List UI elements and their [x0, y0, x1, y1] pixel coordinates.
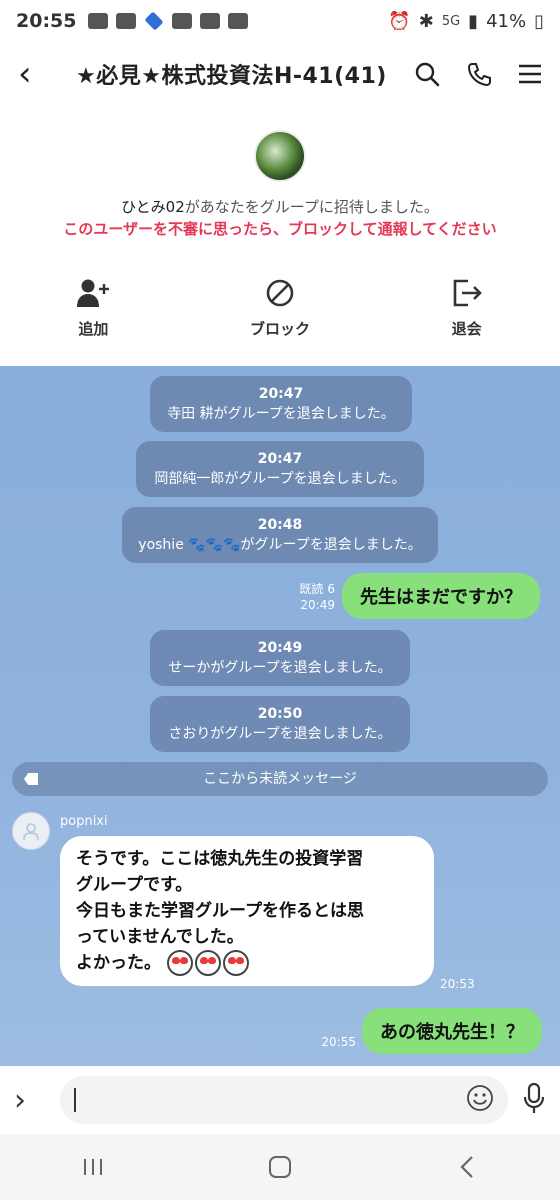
block-button[interactable]: ブロック: [187, 278, 374, 339]
add-user-icon: [76, 278, 110, 312]
leave-button[interactable]: 退会: [373, 278, 560, 339]
invite-message: ひとみ02があなたをグループに招待しました。: [40, 196, 520, 217]
leave-icon: [451, 278, 483, 312]
heart-eyes-emoji-icon: [161, 950, 251, 976]
system-text: yoshie 🐾🐾🐾がグループを退会しました。: [138, 537, 422, 553]
invite-text: があなたをグループに招待しました。: [184, 198, 439, 216]
message-time: 20:53: [440, 977, 475, 991]
unread-divider: ここから未読メッセージ: [12, 762, 548, 796]
signal-icon: ▮: [468, 10, 479, 32]
block-icon: [265, 278, 295, 312]
inviter-name: ひとみ02: [121, 198, 185, 216]
warning-text: このユーザーを不審に思ったら、ブロックして通報してください: [63, 220, 497, 238]
default-user-icon: [23, 823, 39, 841]
system-message: 20:50 さおりがグループを退会しました。: [150, 696, 410, 752]
sender-name: popnixi: [60, 814, 108, 829]
back-nav-icon[interactable]: [447, 1155, 487, 1179]
system-text: 岡部純一郎がグループを退会しました。: [154, 471, 406, 487]
message-input[interactable]: [60, 1076, 508, 1124]
alarm-icon: ⏰: [388, 10, 411, 32]
outgoing-message[interactable]: 先生はまだですか？: [342, 573, 540, 619]
inviter-avatar: [254, 130, 306, 182]
system-time: 20:49: [257, 640, 303, 656]
read-receipt: 既読 6: [299, 582, 335, 596]
system-nav-bar: [0, 1134, 560, 1200]
system-time: 20:48: [257, 517, 303, 533]
sender-avatar[interactable]: [12, 812, 50, 850]
recent-apps-icon[interactable]: [73, 1157, 113, 1177]
network-label: 5G: [441, 13, 461, 29]
youtube-icon: [88, 13, 109, 29]
message-input-bar: ›: [0, 1066, 560, 1134]
system-time: 20:47: [257, 451, 303, 467]
system-message: 20:48 yoshie 🐾🐾🐾がグループを退会しました。: [122, 507, 438, 563]
emoji-icon[interactable]: [466, 1084, 494, 1116]
twitter-icon: [200, 13, 221, 29]
unread-label: ここから未読メッセージ: [203, 771, 357, 787]
voicemail-icon: [172, 13, 193, 29]
chat-header: ‹ ★必見★株式投資法H-41(41): [0, 42, 560, 106]
outgoing-message[interactable]: あの徳丸先生！？: [362, 1008, 542, 1054]
tag-icon: [24, 773, 38, 785]
incoming-message[interactable]: そうです。ここは徳丸先生の投資学習 グループです。 今日もまた学習グループを作る…: [60, 836, 434, 986]
back-button[interactable]: ‹: [18, 57, 58, 91]
invite-actions: 追加 ブロック 退会: [0, 278, 560, 339]
home-icon[interactable]: [260, 1155, 300, 1179]
block-label: ブロック: [250, 320, 311, 338]
message-time: 20:55: [321, 1035, 356, 1049]
microphone-icon[interactable]: [522, 1082, 546, 1118]
system-time: 20:50: [257, 706, 303, 722]
search-icon[interactable]: [414, 61, 440, 87]
expand-chevron-icon[interactable]: ›: [14, 1083, 60, 1118]
group-title: ★必見★株式投資法H-41(41): [76, 64, 387, 89]
status-notification-icons: [88, 11, 249, 31]
menu-icon[interactable]: [518, 63, 542, 85]
phone-icon[interactable]: [466, 61, 492, 87]
system-text: せーかがグループを退会しました。: [168, 660, 392, 676]
message-time: 20:49: [300, 598, 335, 612]
battery-level: 41%: [486, 10, 527, 32]
system-text: 寺田 耕がグループを退会しました。: [167, 406, 395, 422]
image-icon: [228, 13, 249, 29]
chat-area[interactable]: 20:47 寺田 耕がグループを退会しました。 20:47 岡部純一郎がグループ…: [0, 366, 560, 1066]
system-message: 20:49 せーかがグループを退会しました。: [150, 630, 410, 686]
system-text: さおりがグループを退会しました。: [168, 726, 392, 742]
system-time: 20:47: [258, 386, 304, 402]
invite-panel: ひとみ02があなたをグループに招待しました。 このユーザーを不審に思ったら、ブロ…: [0, 106, 560, 366]
text-cursor: [74, 1088, 76, 1112]
mail-icon: [116, 13, 137, 29]
system-message: 20:47 岡部純一郎がグループを退会しました。: [136, 441, 424, 497]
bluetooth-icon: ✱: [418, 10, 434, 32]
battery-icon: ▯: [534, 10, 544, 32]
add-label: 追加: [78, 320, 109, 338]
system-message: 20:47 寺田 耕がグループを退会しました。: [150, 376, 412, 432]
leave-label: 退会: [451, 320, 482, 338]
status-bar: 20:55 ⏰ ✱ 5G ▮ 41% ▯: [0, 0, 560, 42]
app-diamond-icon: [144, 11, 165, 31]
status-time: 20:55: [16, 10, 77, 32]
message-meta: 既読 6 20:49: [290, 581, 335, 613]
add-button[interactable]: 追加: [0, 278, 187, 339]
